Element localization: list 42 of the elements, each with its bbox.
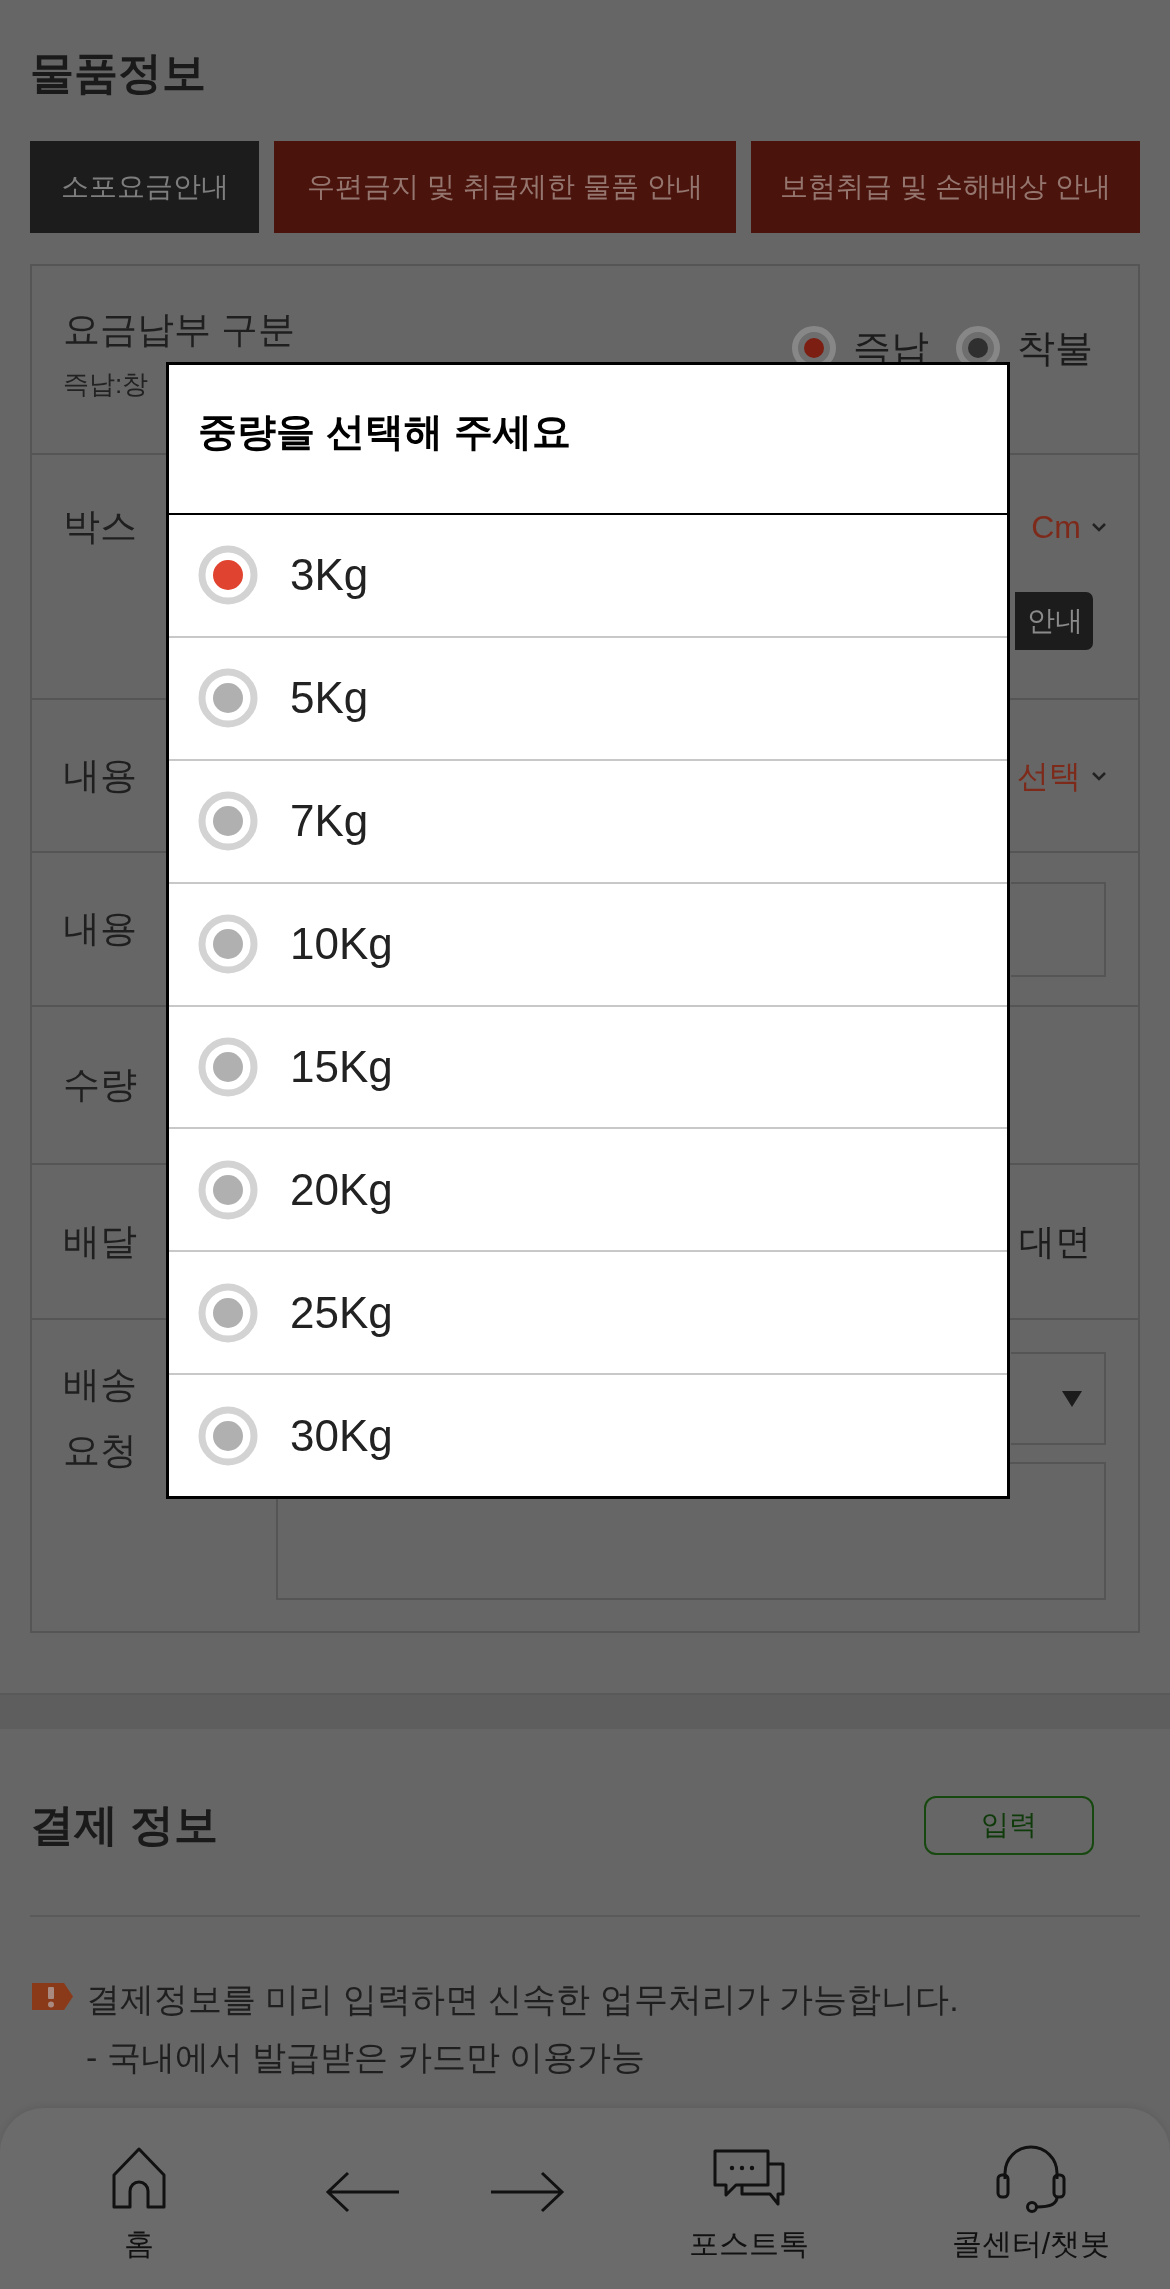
weight-option[interactable]: 10Kg [169, 881, 1007, 1005]
input-button[interactable]: 입력 [924, 1795, 1094, 1855]
field-label: 내용 [63, 753, 137, 798]
home-icon [110, 2145, 168, 2211]
notice-icon [30, 1981, 75, 2012]
right-arrow-icon [489, 2170, 565, 2214]
nav-button[interactable] [325, 2170, 401, 2214]
headset-icon [995, 2143, 1067, 2213]
weight-option[interactable]: 20Kg [169, 1127, 1007, 1251]
notice-text: - 국내에서 발급받은 카드만 이용가능 [86, 2037, 646, 2078]
nav-button[interactable] [489, 2170, 565, 2214]
field-label: 내용 [63, 907, 137, 951]
weight-option[interactable]: 7Kg [169, 758, 1007, 882]
weight-option[interactable]: 30Kg [169, 1373, 1007, 1496]
dialog-title: 중량을 선택해 주세요 [198, 408, 571, 455]
left-arrow-icon [325, 2170, 401, 2214]
guide-button[interactable]: 보험취급 및 손해배상 안내 [751, 141, 1140, 233]
field-label: 배송 [63, 1363, 137, 1407]
field-label: 수량 [63, 1063, 137, 1107]
weight-option[interactable]: 15Kg [169, 1004, 1007, 1128]
chevron-down-icon [1091, 770, 1107, 781]
info-button[interactable]: 안내 [1015, 592, 1093, 650]
chat-bubbles-icon [712, 2148, 786, 2208]
weight-option[interactable]: 3Kg [169, 515, 1007, 636]
section-title: 물품정보 [30, 47, 206, 99]
guide-button[interactable]: 우편금지 및 취급제한 물품 안내 [274, 141, 736, 233]
guide-button[interactable]: 소포요금안내 [30, 141, 259, 233]
field-label: 박스 [63, 505, 137, 549]
nav-button[interactable]: 포스트톡 [689, 2143, 809, 2264]
chevron-down-icon [1091, 522, 1107, 532]
option-label: 대면 [1019, 1219, 1091, 1264]
section-title: 결제 정보 [30, 1799, 219, 1851]
nav-button[interactable]: 홈 [110, 2143, 168, 2264]
field-label: 배달 [63, 1219, 137, 1264]
nav-button[interactable]: 콜센터/챗봇 [951, 2143, 1111, 2264]
field-label: 요금납부 구분 [63, 308, 296, 352]
caret-down-icon [1062, 1390, 1082, 1407]
weight-option[interactable]: 5Kg [169, 635, 1007, 759]
field-label: 요청 [63, 1429, 137, 1473]
weight-option[interactable]: 25Kg [169, 1250, 1007, 1374]
field-note: 즉납:창 [63, 368, 149, 401]
notice-text: 결제정보를 미리 입력하면 신속한 업무처리가 가능합니다. [86, 1979, 959, 2020]
